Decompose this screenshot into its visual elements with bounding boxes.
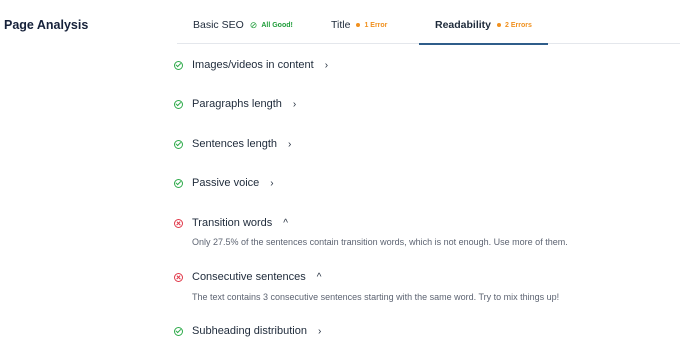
dot-icon (356, 23, 361, 27)
status-badge: 2 Errors (497, 22, 532, 29)
check-label: Sentences length (192, 138, 278, 150)
tab-label: Title (331, 19, 351, 31)
check-consecutive-sentences[interactable]: Consecutive sentences ^ (174, 271, 321, 283)
analysis-tabs: Basic SEO ⊘ All Good! Title 1 Error Read… (177, 6, 680, 45)
page-analysis-panel: Page Analysis Basic SEO ⊘ All Good! Titl… (0, 0, 680, 351)
chevron-right-icon: › (292, 98, 297, 110)
chevron-right-icon: › (317, 325, 322, 337)
status-badge: 1 Error (356, 22, 387, 29)
check-description: Only 27.5% of the sentences contain tran… (192, 237, 568, 247)
chevron-right-icon: › (270, 177, 274, 189)
chevron-up-icon: ^ (283, 217, 288, 229)
status-text: 1 Error (364, 21, 388, 29)
error-circle-icon (174, 218, 183, 228)
check-subheading-distribution[interactable]: Subheading distribution › (174, 325, 321, 337)
tab-label: Readability (435, 19, 492, 31)
check-circle-icon (174, 99, 183, 109)
check-circle-icon (174, 326, 183, 336)
dot-icon (497, 23, 502, 27)
check-circle-icon (174, 178, 183, 188)
chevron-right-icon: › (324, 59, 329, 71)
status-text: All Good! (261, 21, 293, 29)
check-description: The text contains 3 consecutive sentence… (192, 292, 560, 302)
check-label: Passive voice (192, 177, 260, 189)
status-text: 2 Errors (505, 21, 532, 29)
check-circle-icon: ⊘ (249, 19, 258, 30)
error-circle-icon (174, 272, 183, 282)
chevron-up-icon: ^ (316, 271, 322, 283)
tab-readability[interactable]: Readability 2 Errors (419, 6, 548, 45)
status-badge: ⊘ All Good! (249, 19, 293, 30)
check-paragraphs-length[interactable]: Paragraphs length › (174, 98, 296, 110)
check-label: Consecutive sentences (192, 271, 306, 283)
check-circle-icon (174, 139, 183, 149)
tab-basic-seo[interactable]: Basic SEO ⊘ All Good! (193, 6, 293, 44)
check-label: Images/videos in content (192, 59, 314, 71)
check-label: Subheading distribution (192, 325, 307, 337)
check-passive-voice[interactable]: Passive voice › (174, 177, 274, 189)
tab-title[interactable]: Title 1 Error (331, 6, 387, 44)
check-label: Paragraphs length (192, 98, 282, 110)
tab-label: Basic SEO (193, 19, 244, 31)
check-circle-icon (174, 60, 183, 70)
section-title: Page Analysis (4, 18, 89, 32)
check-transition-words[interactable]: Transition words ^ (174, 217, 288, 229)
check-images-videos[interactable]: Images/videos in content › (174, 59, 328, 71)
chevron-right-icon: › (288, 138, 292, 150)
check-label: Transition words (192, 217, 273, 229)
check-sentences-length[interactable]: Sentences length › (174, 138, 291, 150)
